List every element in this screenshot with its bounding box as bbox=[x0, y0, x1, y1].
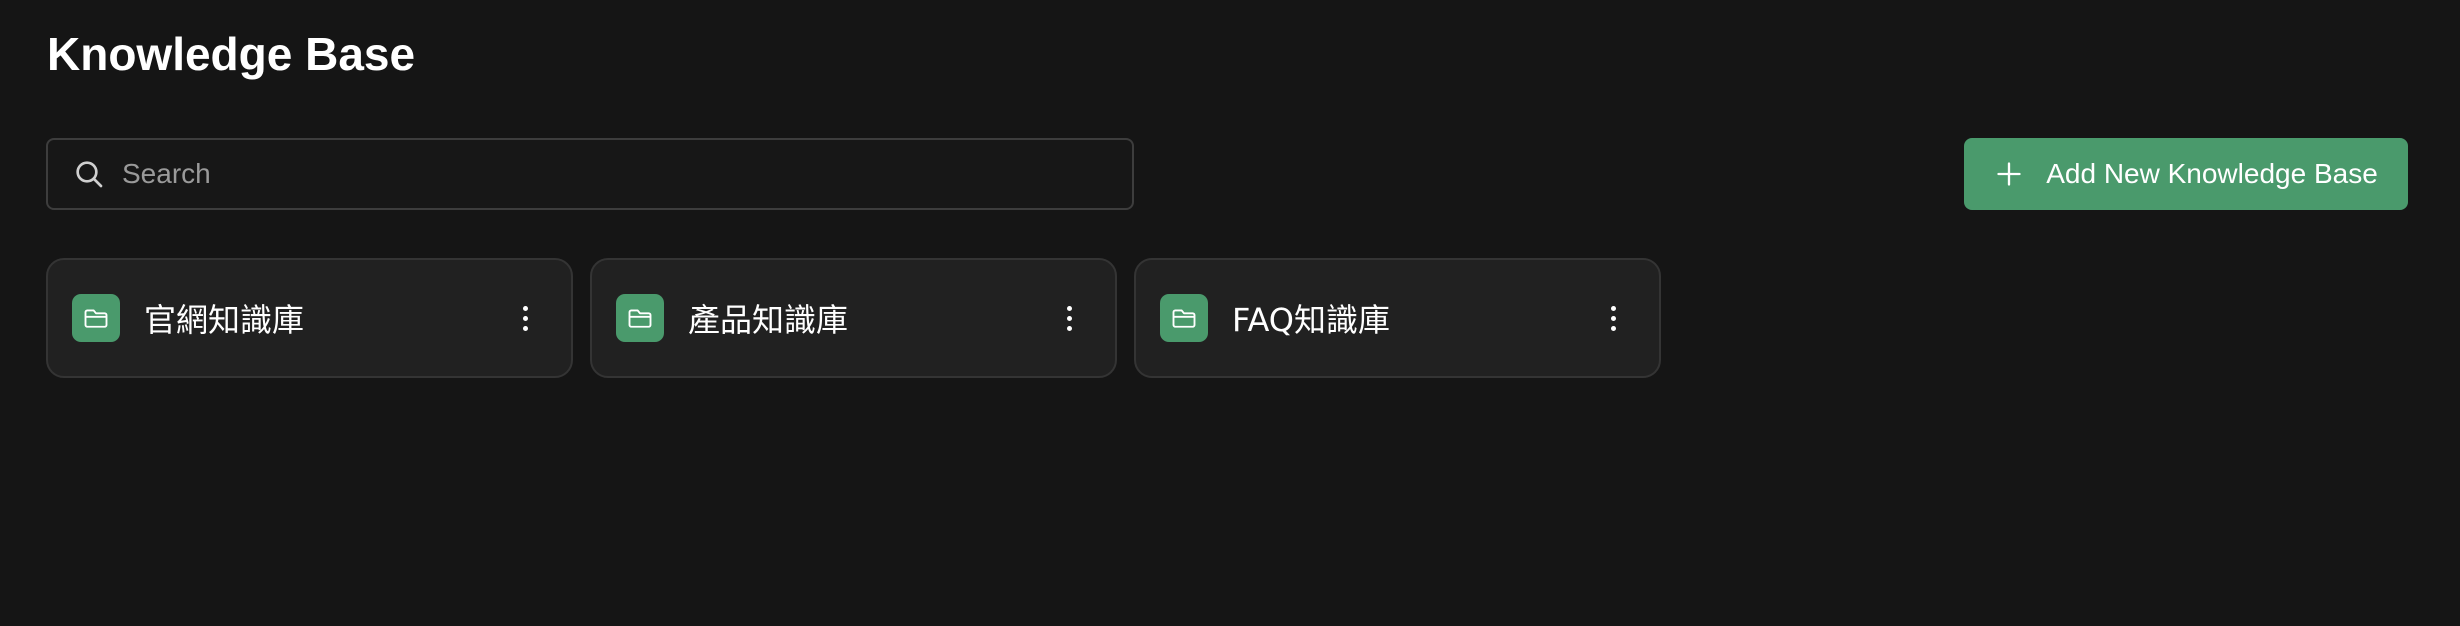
knowledge-base-card[interactable]: FAQ知識庫 bbox=[1134, 258, 1661, 378]
folder-icon bbox=[616, 294, 664, 342]
more-vertical-icon[interactable] bbox=[1055, 298, 1083, 338]
knowledge-base-card[interactable]: 產品知識庫 bbox=[590, 258, 1117, 378]
search-box[interactable] bbox=[46, 138, 1134, 210]
knowledge-base-name: 產品知識庫 bbox=[688, 301, 849, 339]
add-knowledge-base-button[interactable]: Add New Knowledge Base bbox=[1964, 138, 2408, 210]
search-icon bbox=[72, 157, 106, 191]
add-knowledge-base-label: Add New Knowledge Base bbox=[2046, 158, 2378, 189]
plus-icon bbox=[1994, 159, 2024, 189]
more-vertical-icon[interactable] bbox=[511, 298, 539, 338]
folder-icon bbox=[72, 294, 120, 342]
knowledge-base-page: Knowledge Base Add New Knowledge Base bbox=[0, 0, 2460, 626]
knowledge-base-name: FAQ知識庫 bbox=[1232, 301, 1390, 339]
more-vertical-icon[interactable] bbox=[1599, 298, 1627, 338]
page-title: Knowledge Base bbox=[47, 28, 416, 80]
search-input[interactable] bbox=[122, 140, 1132, 208]
knowledge-base-card[interactable]: 官網知識庫 bbox=[46, 258, 573, 378]
folder-icon bbox=[1160, 294, 1208, 342]
knowledge-base-list: 官網知識庫 產品知識庫 FAQ知識庫 bbox=[46, 258, 1661, 378]
knowledge-base-name: 官網知識庫 bbox=[144, 301, 305, 339]
